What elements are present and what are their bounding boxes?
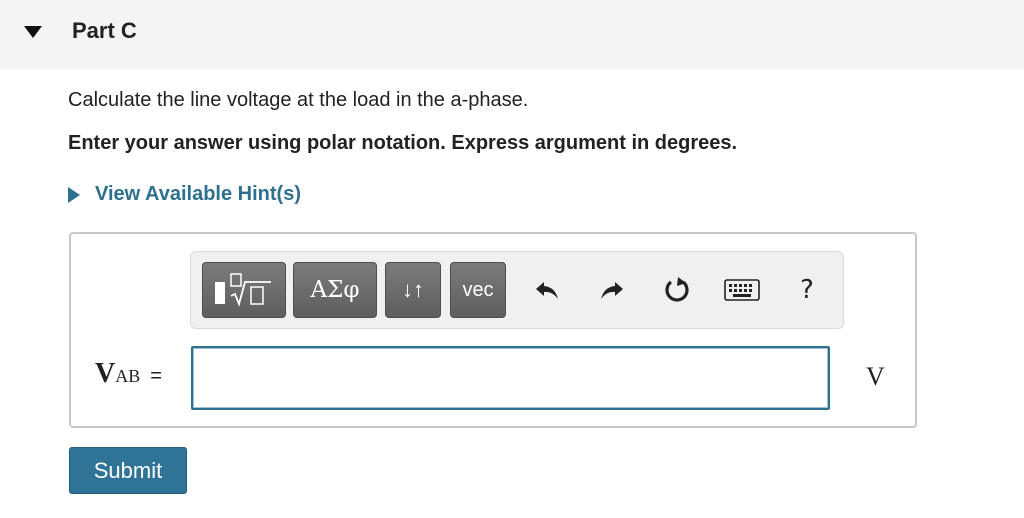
vector-button[interactable]: vec [450,262,506,318]
part-title: Part C [72,18,137,43]
undo-icon [536,282,558,299]
submit-button[interactable]: Submit [69,447,187,494]
redo-icon [601,282,623,299]
equals-sign: = [150,365,162,387]
redo-button[interactable] [592,270,632,310]
greek-symbols-button[interactable]: ΑΣφ [293,262,377,318]
part-header: Part C [0,0,1024,70]
keyboard-button[interactable] [722,270,762,310]
collapse-triangle-icon[interactable] [24,26,42,38]
variable-symbol: V [95,358,116,389]
answer-input[interactable] [191,346,830,410]
variable-subscript: AB [115,366,141,386]
templates-icon [215,273,271,307]
expand-triangle-icon [68,186,80,203]
reset-button[interactable] [657,270,697,310]
variable-label: VAB = [95,358,162,390]
question-text: Calculate the line voltage at the load i… [68,89,529,111]
view-hints-link[interactable]: View Available Hint(s) [68,183,301,206]
hint-label: View Available Hint(s) [95,183,301,205]
arrows-button[interactable]: ↓↑ [385,262,441,318]
undo-button[interactable] [527,270,567,310]
help-button[interactable]: ? [787,270,827,310]
reset-icon [665,277,689,302]
answer-instruction: Enter your answer using polar notation. … [68,132,738,154]
keyboard-icon [724,279,760,301]
templates-button[interactable] [202,262,286,318]
unit-label: V [866,362,885,391]
